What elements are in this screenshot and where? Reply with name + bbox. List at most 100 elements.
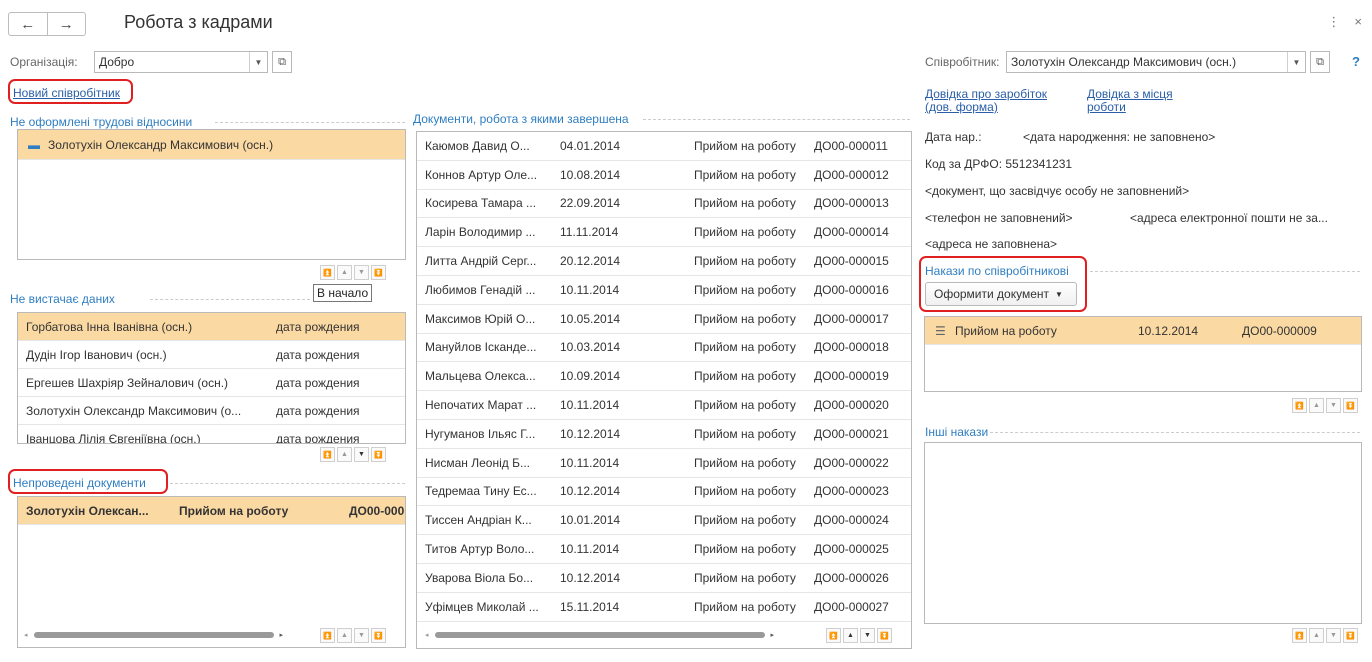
scroll-thumb[interactable] — [434, 632, 765, 638]
table-row[interactable]: Ергешев Шахріяр Зейналович (осн.) дата р… — [18, 369, 405, 397]
first-icon[interactable]: ⏫ — [320, 447, 335, 462]
down-icon[interactable]: ▼ — [860, 628, 875, 643]
last-icon[interactable]: ⏬ — [1343, 628, 1358, 643]
document-date: 10.11.2014 — [560, 282, 620, 297]
forward-button[interactable]: → — [48, 13, 86, 35]
first-icon[interactable]: ⏫ — [826, 628, 841, 643]
first-icon[interactable]: ⏫ — [1292, 398, 1307, 413]
help-icon[interactable]: ? — [1352, 54, 1360, 69]
employee-name: Непочатих Марат ... — [425, 398, 537, 413]
first-icon[interactable]: ⏫ — [1292, 628, 1307, 643]
table-row[interactable]: Любимов Генадій ... 10.11.2014 Прийом на р… — [417, 276, 911, 305]
horizontal-scrollbar[interactable]: ◂ ▸ — [24, 628, 294, 642]
table-row[interactable]: Уфімцев Миколай ... 15.11.2014 Прийом на р… — [417, 593, 911, 622]
table-row[interactable]: Мальцева Олекса... 10.09.2014 Прийом на ро… — [417, 362, 911, 392]
table-row[interactable]: Титов Артур Воло... 10.11.2014 Прийом на р… — [417, 535, 911, 564]
id-document[interactable]: <документ, що засвідчує особу не заповне… — [925, 184, 1189, 198]
link-line: (дов. форма) — [925, 100, 998, 114]
email[interactable]: <адреса електронної пошти не за... — [1130, 211, 1328, 225]
document-date: 10.11.2014 — [560, 542, 620, 557]
employee-value: Золотухін Олександр Максимович (осн.) — [1011, 55, 1237, 69]
document-date: 20.12.2014 — [560, 254, 621, 269]
last-icon[interactable]: ⏬ — [877, 628, 892, 643]
table-row[interactable]: ☰ Прийом на роботу 10.12.2014 ДО00-00000… — [925, 317, 1361, 345]
table-row[interactable]: Дудін Ігор Іванович (осн.) дата рождения — [18, 341, 405, 369]
employee-name: Золотухін Олександр Максимович (осн.) — [48, 137, 274, 152]
table-row[interactable]: Тедремаа Тину Ес... 10.12.2014 Прийом на р… — [417, 478, 911, 507]
list-item[interactable]: ▬ Золотухін Олександр Максимович (осн.) — [18, 130, 405, 160]
last-icon[interactable]: ⏬ — [1343, 398, 1358, 413]
table-row[interactable]: Коннов Артур Оле... 10.08.2014 Прийом на р… — [417, 161, 911, 190]
list-nav: ⏫ ▲ ▼ ⏬ — [1292, 398, 1358, 413]
employee-field[interactable]: Золотухін Олександр Максимович (осн.) ▼ — [1006, 51, 1306, 73]
more-menu-icon[interactable]: ⋮ — [1327, 14, 1340, 30]
open-icon[interactable]: ⧉ — [1310, 51, 1330, 73]
unregistered-list: ▬ Золотухін Олександр Максимович (осн.) — [17, 129, 406, 260]
salary-certificate-link[interactable]: Довідка про заробіток (дов. форма) — [925, 88, 1047, 114]
chevron-down-icon[interactable]: ▼ — [249, 52, 267, 72]
document-number: ДО00-000018 — [814, 340, 889, 355]
table-row[interactable]: Косирева Тамара ... 22.09.2014 Прийом на р… — [417, 190, 911, 219]
employee-name: Тедремаа Тину Ес... — [425, 484, 537, 499]
up-icon[interactable]: ▲ — [843, 628, 858, 643]
scroll-left-icon[interactable]: ◂ — [425, 631, 429, 639]
first-icon[interactable]: ⏫ — [320, 265, 335, 280]
phone[interactable]: <телефон не заповнений> — [925, 211, 1073, 225]
down-icon[interactable]: ▼ — [1326, 628, 1341, 643]
table-row[interactable]: Мануйлов Іскандe... 10.03.2014 Прийом на р… — [417, 334, 911, 363]
up-icon[interactable]: ▲ — [1309, 628, 1324, 643]
highlight-frame — [8, 469, 168, 494]
document-number: ДО00-000027 — [814, 599, 889, 614]
table-row[interactable]: Золотухін Олександр Максимович (о... дат… — [18, 397, 405, 425]
up-icon[interactable]: ▲ — [337, 265, 352, 280]
list-nav: ⏫ ▲ ▼ ⏬ — [320, 265, 386, 280]
table-row[interactable]: Максимов Юрій О... 10.05.2014 Прийом на ро… — [417, 305, 911, 334]
document-number: ДО00-000019 — [814, 369, 889, 384]
table-row[interactable]: Іванцова Лілія Євгеніївна (осн.) дата ро… — [18, 425, 405, 444]
document-type: Прийом на роботу — [694, 570, 796, 585]
up-icon[interactable]: ▲ — [337, 628, 352, 643]
last-icon[interactable]: ⏬ — [371, 628, 386, 643]
up-icon[interactable]: ▲ — [337, 447, 352, 462]
table-row[interactable]: Нисман Леонід Б... 10.11.2014 Прийом на ро… — [417, 449, 911, 478]
down-icon[interactable]: ▼ — [354, 447, 369, 462]
divider — [150, 299, 310, 300]
divider — [643, 119, 910, 120]
document-number: ДО00-000026 — [814, 570, 889, 585]
first-icon[interactable]: ⏫ — [320, 628, 335, 643]
down-icon[interactable]: ▼ — [354, 265, 369, 280]
table-row[interactable]: Литта Андрій Серг... 20.12.2014 Прийом на … — [417, 247, 911, 276]
open-icon[interactable]: ⧉ — [272, 51, 292, 73]
table-row[interactable]: Непочатих Марат ... 10.11.2014 Прийом на р… — [417, 391, 911, 420]
table-row[interactable]: Ларін Володимир ... 11.11.2014 Прийом на р… — [417, 218, 911, 248]
last-icon[interactable]: ⏬ — [371, 265, 386, 280]
organization-field[interactable]: Добро ▼ — [94, 51, 268, 73]
scroll-thumb[interactable] — [33, 632, 274, 638]
document-number: ДО00-000024 — [814, 513, 889, 528]
table-row[interactable]: Уварова Віола Бо... 10.12.2014 Прийом на р… — [417, 564, 911, 593]
document-date: 10.12.2014 — [560, 570, 621, 585]
divider — [215, 122, 405, 123]
document-type: Прийом на роботу — [694, 167, 796, 182]
table-row[interactable]: Горбатова Інна Іванівна (осн.) дата рожд… — [18, 313, 405, 341]
table-row[interactable]: Нугуманов Ільяс Г... 10.12.2014 Прийом на … — [417, 420, 911, 449]
back-button[interactable]: ← — [9, 13, 48, 35]
horizontal-scrollbar[interactable]: ◂ ▸ — [425, 628, 805, 642]
last-icon[interactable]: ⏬ — [371, 447, 386, 462]
table-row[interactable]: Каюмов Давид О... 04.01.2014 Прийом на роб… — [417, 132, 911, 161]
missing-field: дата рождения — [276, 319, 360, 334]
down-icon[interactable]: ▼ — [1326, 398, 1341, 413]
up-icon[interactable]: ▲ — [1309, 398, 1324, 413]
table-row[interactable]: Тиссен Андріан К... 10.01.2014 Прийом на р… — [417, 506, 911, 536]
address[interactable]: <адреса не заповнена> — [925, 237, 1057, 251]
down-icon[interactable]: ▼ — [354, 628, 369, 643]
scroll-left-icon[interactable]: ◂ — [24, 631, 28, 639]
close-icon[interactable]: × — [1354, 14, 1362, 30]
document-number: ДО00-000011 — [814, 138, 888, 153]
scroll-right-icon[interactable]: ▸ — [771, 631, 775, 639]
work-certificate-link[interactable]: Довідка з місця роботи — [1087, 88, 1173, 114]
chevron-down-icon[interactable]: ▼ — [1287, 52, 1305, 72]
scroll-right-icon[interactable]: ▸ — [280, 631, 284, 639]
table-row[interactable]: Золотухін Олексан... Прийом на роботу ДО… — [18, 497, 405, 525]
highlight-frame — [919, 256, 1087, 312]
